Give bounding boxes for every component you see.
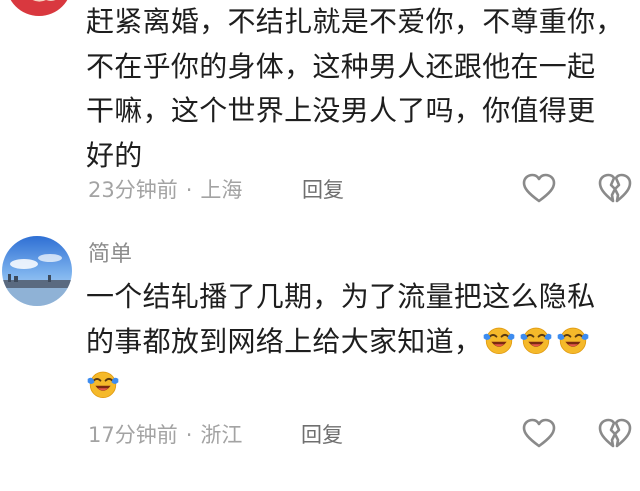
- meta-separator: ·: [185, 178, 193, 202]
- comment-time: 23分钟前: [88, 178, 178, 202]
- laughing-crying-emoji-icon: [86, 367, 120, 401]
- comment-line: [86, 364, 634, 409]
- broken-heart-icon[interactable]: [598, 418, 632, 450]
- laughing-crying-emoji-icon: [519, 323, 553, 357]
- comment-line-text: 的事都放到网络上给大家知道，: [86, 324, 483, 358]
- comment-line: 不在乎你的身体，这种男人还跟他在一起: [86, 49, 596, 83]
- comment-text: 赶紧离婚，不结扎就是不爱你，不尊重你， 不在乎你的身体，这种男人还跟他在一起 干…: [86, 0, 634, 178]
- comment-line: 好的: [86, 138, 143, 172]
- heart-outline-icon[interactable]: [522, 418, 556, 450]
- comment-meta: 17分钟前 · 浙江: [88, 420, 242, 450]
- comment-time: 17分钟前: [88, 423, 178, 447]
- avatar-image: [6, 0, 72, 16]
- broken-heart-icon[interactable]: [598, 173, 632, 205]
- avatar[interactable]: [2, 236, 72, 306]
- comment-line: 赶紧离婚，不结扎就是不爱你，不尊重你，: [86, 5, 624, 38]
- heart-outline-icon[interactable]: [522, 173, 556, 205]
- comment-line: 一个结轧播了几期，为了流量把这么隐私: [86, 280, 596, 313]
- meta-separator: ·: [185, 423, 193, 447]
- laughing-crying-emoji-icon: [556, 323, 590, 357]
- reply-button[interactable]: 回复: [302, 175, 344, 205]
- avatar-image: [2, 236, 72, 306]
- comment-meta: 23分钟前 · 上海: [88, 175, 242, 205]
- laughing-crying-emoji-icon: [482, 323, 516, 357]
- comment-location: 上海: [200, 178, 243, 202]
- comment-line: 的事都放到网络上给大家知道，: [86, 320, 634, 365]
- comment-text: 一个结轧播了几期，为了流量把这么隐私 的事都放到网络上给大家知道，: [86, 275, 634, 409]
- comment-location: 浙江: [200, 423, 243, 447]
- avatar[interactable]: [6, 0, 72, 16]
- reply-button[interactable]: 回复: [301, 420, 343, 450]
- comment-line: 干嘛，这个世界上没男人了吗，你值得更: [86, 94, 596, 127]
- username[interactable]: 简单: [88, 240, 132, 270]
